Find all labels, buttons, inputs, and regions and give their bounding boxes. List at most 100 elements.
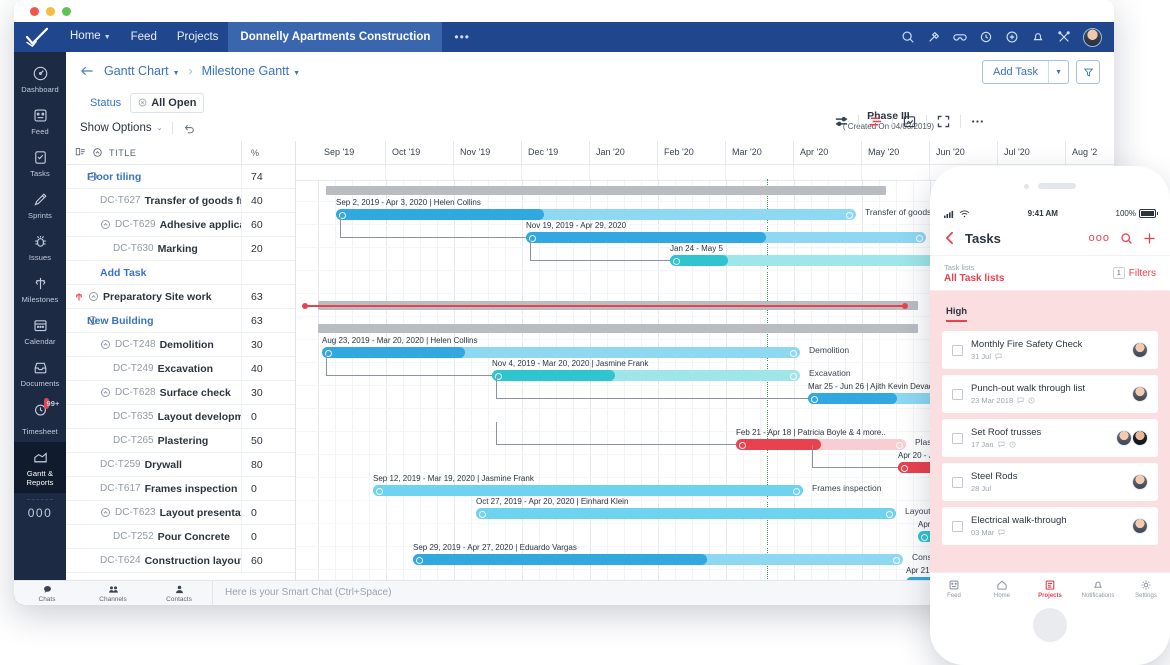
game-controller-icon[interactable] [953, 30, 967, 44]
nav-home[interactable]: Home▼ [60, 21, 121, 53]
gantt-bar-handle-right[interactable] [846, 212, 853, 219]
gantt-bar[interactable] [322, 347, 800, 358]
fullscreen-icon[interactable] [936, 114, 951, 129]
table-row[interactable]: Add Task [66, 261, 295, 285]
collapse-toggle-icon[interactable] [100, 339, 111, 350]
gantt-bar-handle-left[interactable] [739, 442, 746, 449]
table-row[interactable]: DC-T265Plastering50 [66, 429, 295, 453]
gantt-bar-handle-left[interactable] [921, 534, 928, 541]
task-lists-selector[interactable]: Task lists All Task lists [944, 262, 1113, 285]
table-row[interactable]: DC-T628Surface check30 [66, 381, 295, 405]
show-options-dropdown[interactable]: Show Options ⌄ [80, 122, 162, 134]
list-item[interactable]: Set Roof trusses17 Jan [942, 419, 1158, 457]
gantt-bar[interactable] [413, 554, 903, 565]
avatar[interactable] [1083, 28, 1102, 47]
list-item[interactable]: Steel Rods28 Jul [942, 463, 1158, 501]
task-checkbox[interactable] [952, 433, 963, 444]
gantt-bar-handle-left[interactable] [376, 488, 383, 495]
back-arrow-icon[interactable] [80, 64, 94, 78]
gantt-bar-handle-right[interactable] [916, 235, 923, 242]
collapse-toggle-icon[interactable] [100, 387, 111, 398]
back-chevron-icon[interactable] [944, 231, 955, 245]
gantt-bar[interactable] [526, 232, 926, 243]
table-row[interactable]: DC-T624Construction layout60 [66, 549, 295, 573]
rail-more-button[interactable]: 000 [28, 502, 53, 520]
critical-path-icon[interactable] [868, 114, 883, 129]
more-options-icon[interactable]: ooo [1089, 232, 1110, 244]
collapse-toggle-icon[interactable] [100, 219, 111, 230]
avatar[interactable] [1132, 518, 1148, 534]
phone-task-lists-row[interactable]: Task lists All Task lists 1 Filters [930, 256, 1170, 291]
nav-more-button[interactable]: ••• [442, 30, 482, 44]
list-item[interactable]: Punch-out walk through list23 Mar 2018 [942, 375, 1158, 413]
avatar[interactable] [1116, 430, 1132, 446]
chat-tab-contacts[interactable]: Contacts [146, 584, 212, 603]
sidebar-item-feed[interactable]: Feed [14, 100, 66, 142]
gantt-summary-bar[interactable] [326, 186, 886, 195]
gantt-bar-handle-left[interactable] [479, 511, 486, 518]
sidebar-item-documents[interactable]: Documents [14, 352, 66, 394]
table-row[interactable]: DC-T617Frames inspection0 [66, 477, 295, 501]
table-row[interactable]: DC-T630Marking20 [66, 237, 295, 261]
tab-projects[interactable]: Projects [1026, 579, 1074, 599]
gantt-bar[interactable] [336, 209, 856, 220]
window-close-button[interactable] [30, 7, 39, 16]
undo-icon[interactable] [183, 122, 195, 134]
gantt-bar[interactable] [373, 485, 803, 496]
search-icon[interactable] [901, 30, 915, 44]
gantt-bar-handle-left[interactable] [673, 258, 680, 265]
plug-icon[interactable] [927, 30, 941, 44]
gantt-bar[interactable] [736, 439, 906, 450]
sidebar-item-issues[interactable]: Issues [14, 226, 66, 268]
gantt-bar-handle-right[interactable] [790, 350, 797, 357]
breadcrumb-milestone-gantt[interactable]: Milestone Gantt▼ [202, 64, 300, 78]
task-checkbox[interactable] [952, 345, 963, 356]
sidebar-item-dashboard[interactable]: Dashboard [14, 58, 66, 100]
active-project-tab[interactable]: Donnelly Apartments Construction [228, 22, 442, 52]
close-circle-icon[interactable] [138, 98, 147, 107]
gantt-bar[interactable] [492, 370, 800, 381]
tools-icon[interactable] [1057, 30, 1071, 44]
filters-button[interactable]: 1 Filters [1113, 267, 1156, 279]
tab-feed[interactable]: Feed [930, 579, 978, 599]
sidebar-item-calendar[interactable]: Calendar [14, 310, 66, 352]
gantt-bar-handle-right[interactable] [896, 442, 903, 449]
avatar[interactable] [1132, 474, 1148, 490]
list-item[interactable]: Electrical walk-through03 Mar [942, 507, 1158, 545]
avatar[interactable] [1132, 386, 1148, 402]
table-row[interactable]: DC-T635Layout development0 [66, 405, 295, 429]
gantt-bar-handle-left[interactable] [416, 557, 423, 564]
sidebar-item-timesheet[interactable]: 99+ Timesheet [14, 394, 66, 442]
gantt-bar-handle-right[interactable] [790, 373, 797, 380]
avatar[interactable] [1132, 342, 1148, 358]
task-checkbox[interactable] [952, 477, 963, 488]
plus-icon[interactable] [1143, 232, 1156, 245]
sidebar-item-milestones[interactable]: Milestones [14, 268, 66, 310]
gantt-bar[interactable] [670, 255, 960, 266]
nav-feed[interactable]: Feed [121, 22, 167, 52]
chat-tab-channels[interactable]: Channels [80, 584, 146, 603]
table-row[interactable]: DC-T248Demolition30 [66, 333, 295, 357]
gantt-bar-handle-right[interactable] [886, 511, 893, 518]
zoom-level-icon[interactable] [834, 114, 849, 129]
add-task-link[interactable]: Add Task [100, 267, 146, 279]
filter-button[interactable] [1076, 60, 1100, 84]
baseline-chart-icon[interactable] [902, 114, 917, 129]
avatar[interactable] [1132, 430, 1148, 446]
table-row[interactable]: DC-T249Excavation40 [66, 357, 295, 381]
tab-settings[interactable]: Settings [1122, 579, 1170, 599]
nav-projects[interactable]: Projects [167, 22, 229, 52]
window-maximize-button[interactable] [62, 7, 71, 16]
breadcrumb-gantt-chart[interactable]: Gantt Chart▼ [104, 64, 180, 78]
sidebar-item-gantt-reports[interactable]: Gantt & Reports [14, 442, 66, 493]
table-row[interactable]: DC-T627Transfer of goods from s...40 [66, 189, 295, 213]
collapse-all-icon[interactable] [92, 147, 103, 158]
collapse-toggle-icon[interactable] [88, 291, 99, 302]
sidebar-item-tasks[interactable]: Tasks [14, 142, 66, 184]
search-icon[interactable] [1120, 232, 1133, 245]
app-logo-icon[interactable] [14, 22, 60, 52]
chat-tab-chats[interactable]: Chats [14, 584, 80, 603]
gantt-bar-handle-left[interactable] [811, 396, 818, 403]
gantt-bar-handle-right[interactable] [893, 557, 900, 564]
window-minimize-button[interactable] [46, 7, 55, 16]
